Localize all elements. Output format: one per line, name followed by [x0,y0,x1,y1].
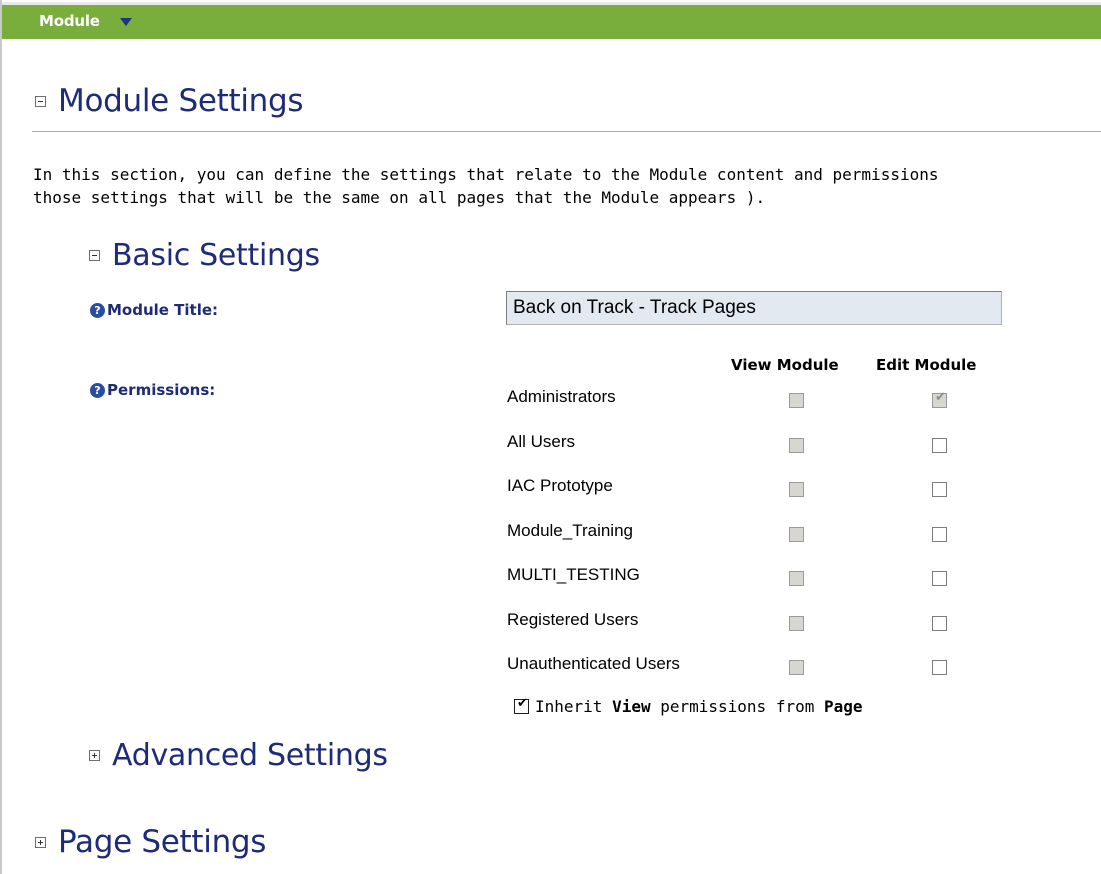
module-title-input[interactable] [506,291,1002,325]
inherit-permissions-option[interactable]: ✔ Inherit View permissions from Page [514,696,863,716]
help-icon[interactable]: ? [90,302,105,318]
permission-role-label: Unauthenticated Users [507,654,680,673]
expand-icon[interactable] [89,750,100,761]
permission-role-label: All Users [507,432,576,451]
edit-module-checkbox[interactable] [932,616,947,631]
permission-role-label: MULTI_TESTING [507,565,640,584]
module-menu-bar: Module [2,2,1101,39]
check-icon: ✔ [935,390,946,405]
module-settings-title: Module Settings [58,83,304,119]
edit-module-checkbox[interactable] [932,660,947,675]
page-settings-title: Page Settings [58,824,267,860]
edit-module-checkbox[interactable] [932,482,947,497]
view-module-header: View Module [731,356,839,374]
caret-down-icon[interactable] [120,18,132,26]
view-module-checkbox [789,660,804,675]
view-module-checkbox [789,571,804,586]
permissions-label: ? Permissions: [90,381,215,399]
section-divider [32,131,1101,132]
intro-line-1: In this section, you can define the sett… [33,165,939,184]
module-title-label-text: Module Title: [107,301,219,319]
help-icon[interactable]: ? [90,382,105,398]
permission-role-label: Administrators [507,387,616,406]
view-module-checkbox [789,527,804,542]
collapse-icon[interactable] [35,95,46,107]
inherit-text-2: permissions from [650,697,824,716]
edit-module-checkbox[interactable] [932,438,947,453]
basic-settings-title: Basic Settings [112,238,320,273]
basic-settings-header[interactable]: Basic Settings [89,238,320,273]
view-module-checkbox [789,616,804,631]
view-module-checkbox [789,393,804,408]
permission-role-label: IAC Prototype [507,476,613,495]
edit-module-checkbox[interactable] [932,571,947,586]
expand-icon[interactable] [35,836,46,848]
view-module-checkbox [789,482,804,497]
module-menu-label[interactable]: Module [39,12,100,30]
inherit-text-1: Inherit [535,697,613,716]
page-settings-header[interactable]: Page Settings [35,824,266,860]
permission-role-label: Module_Training [507,521,633,540]
intro-line-2: those settings that will be the same on … [33,188,766,207]
edit-module-header: Edit Module [876,356,977,374]
inherit-checkbox[interactable]: ✔ [514,696,529,714]
module-settings-header[interactable]: Module Settings [35,83,304,119]
inherit-text-view: View [612,697,651,716]
view-module-checkbox [789,438,804,453]
advanced-settings-header[interactable]: Advanced Settings [89,738,388,773]
collapse-icon[interactable] [89,250,100,261]
page-frame-border [0,0,2,874]
edit-module-checkbox: ✔ [932,390,947,408]
permissions-label-text: Permissions: [107,381,216,399]
inherit-text-page: Page [823,697,863,716]
module-settings-intro: In this section, you can define the sett… [33,163,1101,209]
module-title-label: ? Module Title: [90,301,218,319]
advanced-settings-title: Advanced Settings [112,738,388,773]
edit-module-checkbox[interactable] [932,527,947,542]
permission-role-label: Registered Users [507,610,639,629]
check-icon: ✔ [517,696,528,711]
